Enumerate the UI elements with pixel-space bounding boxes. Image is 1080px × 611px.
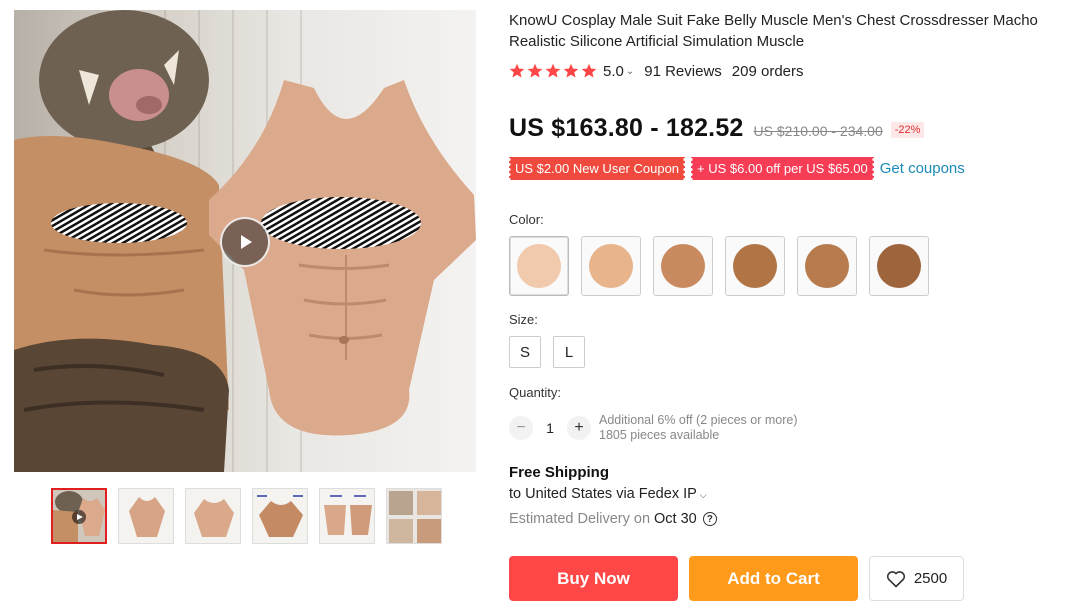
get-coupons-link[interactable]: Get coupons [880, 160, 965, 177]
discount-badge: -22% [890, 122, 925, 138]
current-price: US $163.80 - 182.52 [509, 114, 744, 142]
price-row: US $163.80 - 182.52 US $210.00 - 234.00 … [509, 114, 925, 143]
color-sample [517, 244, 561, 288]
quantity-minus-button[interactable]: − [509, 416, 533, 440]
rating-stars [509, 63, 597, 79]
color-swatches [509, 236, 929, 296]
thumbnail-image [253, 489, 307, 543]
thumbnail-2[interactable] [118, 488, 174, 544]
buy-now-button[interactable]: Buy Now [509, 556, 678, 601]
color-swatch-1[interactable] [509, 236, 569, 296]
star-icon [545, 63, 561, 78]
thumbnail-3[interactable] [185, 488, 241, 544]
thumbnail-6[interactable] [386, 488, 442, 544]
quantity-label: Quantity: [509, 385, 562, 400]
heart-icon [886, 570, 905, 587]
thumbnail-5[interactable] [319, 488, 375, 544]
thumbnail-strip [51, 488, 442, 544]
size-option-l[interactable]: L [553, 336, 585, 368]
star-icon [527, 63, 543, 78]
size-option-s[interactable]: S [509, 336, 541, 368]
original-price: US $210.00 - 234.00 [753, 123, 883, 139]
star-icon [581, 63, 597, 78]
estimated-delivery: Estimated Delivery on Oct 30 ? [509, 511, 717, 527]
quantity-stepper: − 1 + Additional 6% off (2 pieces or mor… [509, 413, 797, 443]
thumbnail-video[interactable] [51, 488, 107, 544]
color-label: Color: [509, 212, 544, 227]
coupon-row: US $2.00 New User Coupon + US $6.00 off … [506, 157, 965, 180]
color-sample [733, 244, 777, 288]
color-swatch-3[interactable] [653, 236, 713, 296]
wishlist-count: 2500 [913, 570, 948, 587]
shipping-method[interactable]: to United States via Fedex IP ⌵ [509, 486, 707, 502]
size-label: Size: [509, 312, 538, 327]
color-swatch-2[interactable] [581, 236, 641, 296]
quantity-note: Additional 6% off (2 pieces or more) 180… [599, 413, 797, 443]
thumbnail-image [53, 490, 105, 542]
thumbnail-image [387, 489, 441, 543]
color-sample [877, 244, 921, 288]
thumbnail-image [186, 489, 240, 543]
shipping-title: Free Shipping [509, 464, 610, 481]
product-title: KnowU Cosplay Male Suit Fake Belly Muscl… [509, 12, 1038, 50]
stock-available: 1805 pieces available [599, 428, 720, 442]
color-swatch-6[interactable] [869, 236, 929, 296]
quantity-value[interactable]: 1 [533, 420, 567, 436]
main-product-image[interactable] [14, 10, 476, 472]
color-swatch-4[interactable] [725, 236, 785, 296]
store-coupon[interactable]: + US $6.00 off per US $65.00 [689, 157, 876, 180]
color-sample [661, 244, 705, 288]
chevron-down-icon: ⌵ [699, 490, 707, 500]
rating-value[interactable]: 5.0 [603, 63, 624, 80]
orders-count: 209 orders [731, 62, 804, 80]
chevron-down-icon[interactable]: ⌄ [626, 66, 634, 77]
shipping-destination: to United States via Fedex IP [509, 486, 697, 502]
new-user-coupon[interactable]: US $2.00 New User Coupon [506, 157, 688, 180]
play-icon [241, 235, 252, 249]
quantity-plus-button[interactable]: + [567, 416, 591, 440]
help-icon[interactable]: ? [702, 512, 717, 526]
wishlist-button[interactable]: 2500 [869, 556, 964, 601]
size-options: S L [509, 336, 585, 368]
eta-label: Estimated Delivery on [509, 511, 651, 527]
color-sample [805, 244, 849, 288]
bulk-discount-note: Additional 6% off (2 pieces or more) [599, 413, 798, 427]
thumbnail-image [320, 489, 374, 543]
star-icon [563, 63, 579, 78]
thumbnail-4[interactable] [252, 488, 308, 544]
eta-date: Oct 30 [654, 511, 697, 527]
add-to-cart-button[interactable]: Add to Cart [689, 556, 858, 601]
thumbnail-image [119, 489, 173, 543]
reviews-link[interactable]: 91 Reviews [644, 63, 722, 80]
play-video-button[interactable] [220, 217, 270, 267]
rating-row: 5.0 ⌄ 91 Reviews 209 orders [509, 61, 804, 81]
color-sample [589, 244, 633, 288]
star-icon [509, 63, 525, 78]
color-swatch-5[interactable] [797, 236, 857, 296]
